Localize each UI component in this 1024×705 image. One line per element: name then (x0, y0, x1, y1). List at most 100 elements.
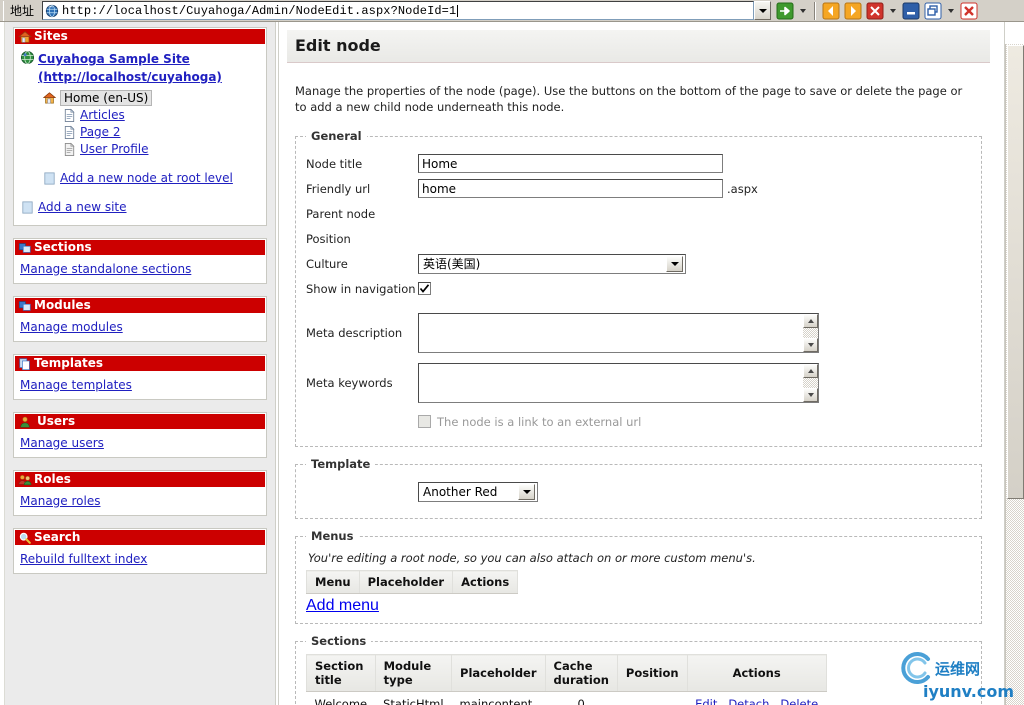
field-row-culture: Culture 英语(美国) (306, 253, 971, 274)
meta-keywords-scrollbar[interactable] (803, 363, 819, 403)
minimize-button[interactable] (902, 2, 920, 20)
tree-item-home-label[interactable]: Home (en-US) (60, 90, 153, 106)
rebuild-fulltext-index-link[interactable]: Rebuild fulltext index (20, 552, 147, 566)
scroll-down-button[interactable] (803, 388, 818, 402)
external-link-checkbox[interactable] (418, 415, 431, 428)
row-edit-link[interactable]: Edit (695, 697, 717, 705)
chevron-down-icon (670, 261, 679, 266)
scroll-up-button[interactable] (803, 314, 818, 328)
node-title-label: Node title (306, 156, 363, 171)
address-dropdown-button[interactable] (754, 1, 772, 20)
field-row-meta-description: Meta description (306, 313, 971, 353)
sidebar-panel-sections-title: Sections (34, 240, 92, 254)
address-bar-label: 地址 (3, 0, 40, 21)
add-site-link[interactable]: Add a new site (38, 200, 127, 214)
culture-select-button[interactable] (666, 255, 683, 272)
sections-table-body: Welcome StaticHtml maincontent 0 Edit De… (306, 691, 827, 705)
globe-icon (20, 50, 35, 65)
tree-item-page2-label[interactable]: Page 2 (80, 125, 121, 139)
tree-item-articles[interactable]: Articles (62, 108, 262, 123)
menus-col-actions: Actions (452, 570, 519, 594)
menus-col-menu: Menu (306, 570, 360, 594)
add-node-root-link-row[interactable]: Add a new node at root level (42, 171, 262, 186)
tree-item-home[interactable]: Home (en-US) (42, 90, 262, 106)
menus-fieldset: Menus You're editing a root node, so you… (295, 529, 982, 624)
sections-col-placeholder: Placeholder (451, 654, 546, 692)
chevron-down-icon (807, 343, 814, 347)
culture-select-value: 英语(美国) (423, 257, 481, 271)
tree-item-site[interactable]: Cuyahoga Sample Site (http://localhost/c… (20, 50, 262, 86)
external-link-label: The node is a link to an external url (437, 414, 642, 429)
add-menu-link[interactable]: Add menu (306, 597, 971, 615)
node-title-input[interactable] (418, 154, 723, 173)
sidebar-panel-users-header: Users (14, 413, 266, 430)
go-dropdown-icon[interactable] (800, 8, 807, 13)
sidebar-sites-body: Cuyahoga Sample Site (http://localhost/c… (14, 45, 266, 225)
sidebar-panel-templates-title: Templates (34, 356, 104, 370)
add-site-link-row[interactable]: Add a new site (20, 200, 262, 215)
field-row-parent-node: Parent node (306, 203, 971, 224)
window-dropdown-icon[interactable] (948, 8, 955, 13)
template-select[interactable]: Another Red (418, 481, 538, 502)
sections-fieldset: Sections Section title Module type Place… (295, 634, 982, 705)
manage-modules-link[interactable]: Manage modules (20, 320, 123, 334)
add-node-root-link[interactable]: Add a new node at root level (60, 171, 233, 185)
scroll-up-button[interactable] (803, 364, 818, 378)
menus-table-header-row: Menu Placeholder Actions (306, 570, 519, 594)
new-page-icon (22, 201, 33, 214)
meta-description-scrollbar[interactable] (803, 313, 819, 353)
toolbar-separator (814, 1, 817, 20)
menus-legend: Menus (311, 529, 354, 543)
show-in-navigation-label: Show in navigation (306, 281, 416, 296)
sections-col-actions: Actions (686, 654, 827, 692)
menus-table: Menu Placeholder Actions (306, 570, 519, 594)
show-in-navigation-checkbox[interactable] (418, 282, 431, 295)
page-icon (64, 125, 75, 140)
tree-item-user-profile-label[interactable]: User Profile (80, 142, 148, 156)
template-select-button[interactable] (518, 483, 535, 500)
chevron-down-icon (807, 393, 814, 397)
excel-dropdown-icon[interactable] (890, 8, 897, 13)
parent-node-label: Parent node (306, 206, 376, 221)
friendly-url-input[interactable] (418, 179, 723, 198)
go-button[interactable] (776, 2, 794, 20)
meta-description-input[interactable] (418, 313, 803, 353)
meta-keywords-wrapper (418, 363, 819, 403)
close-button[interactable] (960, 2, 978, 20)
template-legend: Template (311, 457, 371, 471)
sections-col-section-title: Section title (306, 654, 376, 692)
page-vertical-scrollbar[interactable] (1005, 44, 1024, 705)
meta-description-wrapper (418, 313, 819, 353)
meta-keywords-label: Meta keywords (306, 376, 393, 390)
manage-users-link[interactable]: Manage users (20, 436, 104, 450)
tree-item-site-url[interactable]: (http://localhost/cuyahoga) (38, 70, 222, 84)
template-fieldset: Template Another Red (295, 457, 982, 519)
back-button[interactable] (822, 2, 840, 20)
sidebar-panel-modules: Modules Manage modules (13, 296, 267, 342)
manage-roles-link[interactable]: Manage roles (20, 494, 100, 508)
search-icon (19, 532, 31, 544)
address-input-wrapper[interactable]: http://localhost/Cuyahoga/Admin/NodeEdit… (42, 1, 755, 20)
tree-item-user-profile[interactable]: User Profile (62, 142, 262, 157)
sections-table-header-row: Section title Module type Placeholder Ca… (306, 654, 827, 692)
menus-col-placeholder: Placeholder (358, 570, 454, 594)
tree-item-articles-label[interactable]: Articles (80, 108, 125, 122)
cell-section-title: Welcome (306, 691, 376, 705)
row-delete-link[interactable]: Delete (780, 697, 818, 705)
tree-item-page2[interactable]: Page 2 (62, 125, 262, 140)
manage-templates-link[interactable]: Manage templates (20, 378, 132, 392)
row-detach-link[interactable]: Detach (728, 697, 769, 705)
cell-cache-duration: 0 (545, 691, 618, 705)
restore-button[interactable] (924, 2, 942, 20)
scroll-down-button[interactable] (803, 338, 818, 352)
forward-button[interactable] (844, 2, 862, 20)
address-input[interactable]: http://localhost/Cuyahoga/Admin/NodeEdit… (62, 4, 456, 18)
culture-select[interactable]: 英语(美国) (418, 253, 686, 274)
meta-keywords-input[interactable] (418, 363, 803, 403)
sections-col-module-type: Module type (374, 654, 453, 692)
manage-standalone-sections-link[interactable]: Manage standalone sections (20, 262, 191, 276)
tree-item-site-name[interactable]: Cuyahoga Sample Site (38, 52, 190, 66)
scrollbar-thumb[interactable] (1007, 45, 1024, 499)
stop-close-button[interactable] (866, 2, 884, 20)
